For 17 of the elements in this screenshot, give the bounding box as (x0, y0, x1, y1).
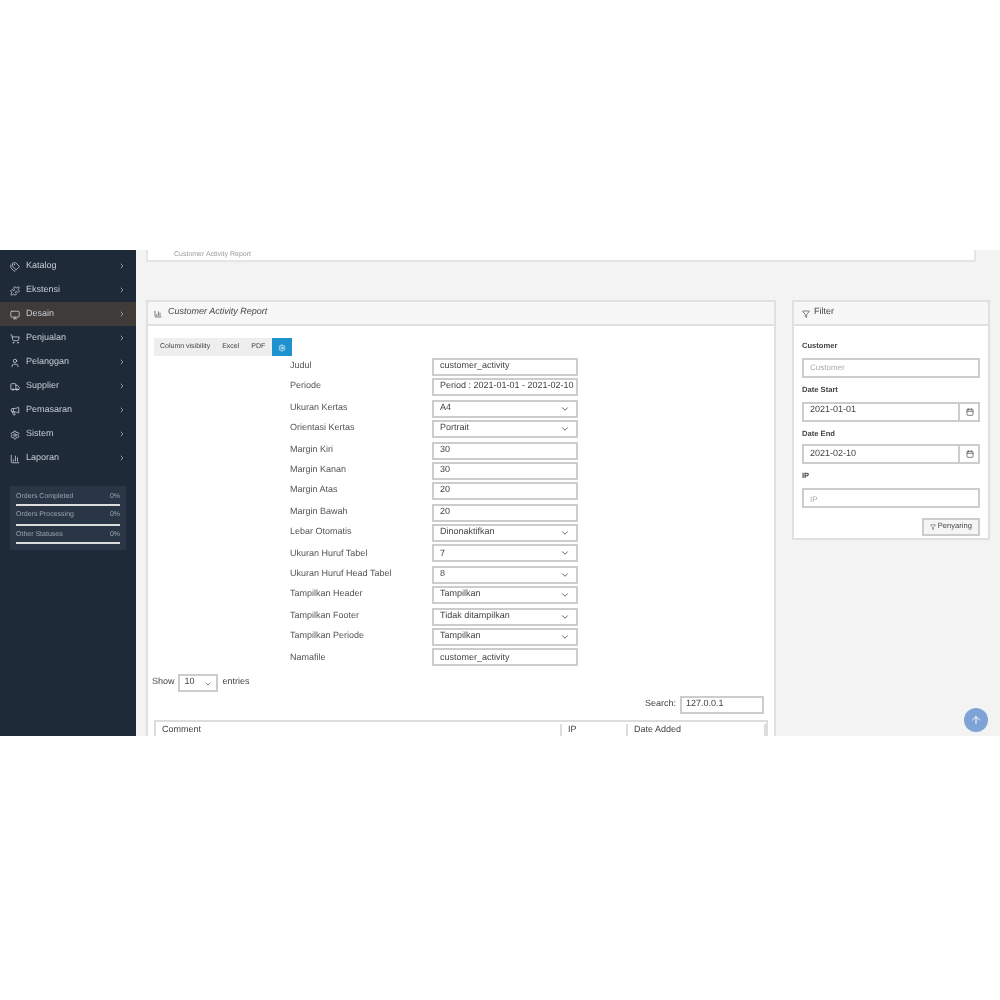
calendar-icon (965, 450, 973, 459)
user-icon (10, 357, 20, 367)
filter-icon (802, 309, 810, 318)
settings-icon (277, 343, 286, 352)
bar-chart-icon (154, 309, 162, 318)
arrow-up-icon (970, 714, 982, 726)
cart-icon (10, 333, 20, 343)
truck-icon (10, 381, 20, 391)
settings-icon (10, 429, 20, 439)
bar-chart-icon (10, 453, 20, 463)
calendar-icon (965, 407, 973, 416)
megaphone-icon (10, 405, 20, 415)
monitor-icon (10, 309, 20, 319)
puzzle-icon (10, 285, 20, 295)
filter-icon (929, 524, 936, 530)
tags-icon (10, 261, 20, 271)
settings-button[interactable] (271, 338, 292, 357)
